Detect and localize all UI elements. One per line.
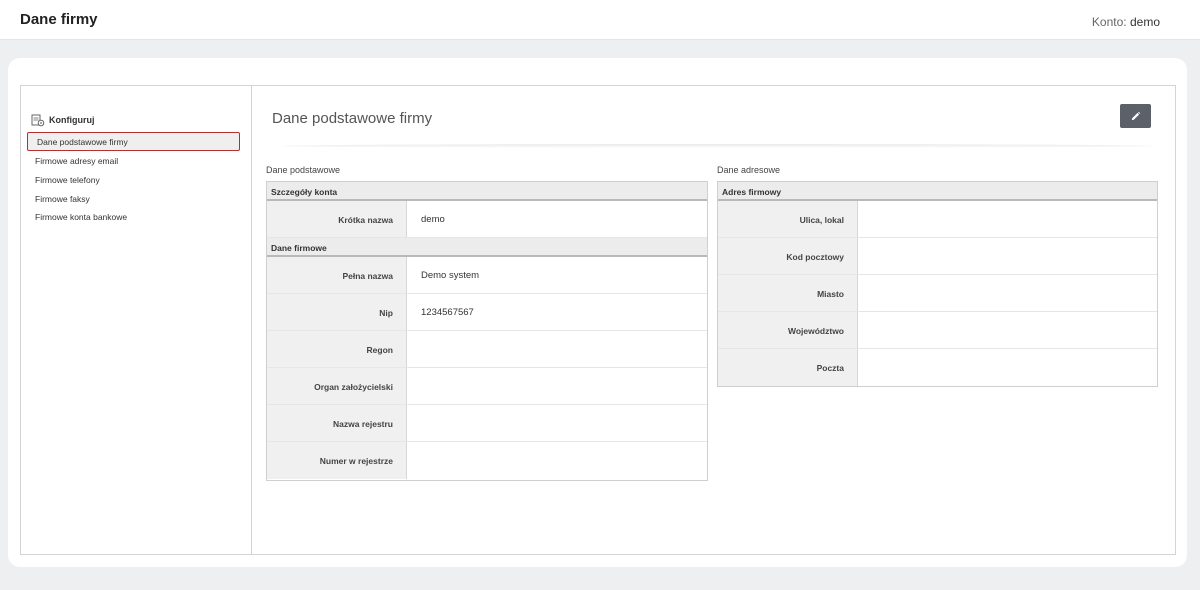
sidebar-item-basic-data[interactable]: Dane podstawowe firmy — [27, 132, 240, 151]
table-row: Numer w rejestrze — [267, 442, 707, 479]
edit-button[interactable] — [1120, 104, 1151, 128]
row-label: Nip — [267, 294, 407, 330]
account-name[interactable]: demo — [1130, 15, 1160, 29]
row-value: Demo system — [421, 270, 480, 281]
sidebar-item-email-addresses[interactable]: Firmowe adresy email — [35, 156, 118, 166]
account-label: Konto: — [1091, 15, 1127, 29]
row-label: Numer w rejestrze — [267, 442, 407, 479]
row-label: Miasto — [718, 275, 858, 311]
table-row: Poczta — [718, 349, 1157, 386]
row-label: Ulica, lokal — [718, 201, 858, 237]
table-row: Kod pocztowy — [718, 238, 1157, 275]
basic-data-label: Dane podstawowe — [266, 165, 341, 175]
table-row: Organ założycielski — [267, 368, 707, 405]
main-panel: Dane podstawowe firmy Dane podstawowe Sz… — [253, 86, 1175, 554]
title-separator — [283, 144, 1153, 148]
table-row: Pełna nazwa Demo system — [267, 257, 707, 294]
row-value — [858, 312, 1157, 348]
sidebar-heading: Konfiguruj — [31, 112, 95, 128]
account-info[interactable]: Konto: demo — [1092, 15, 1160, 29]
table-row: Miasto — [718, 275, 1157, 312]
row-value — [407, 405, 707, 441]
account-details-heading: Szczegóły konta — [267, 182, 707, 201]
table-row: Województwo — [718, 312, 1157, 349]
row-value — [858, 201, 1157, 237]
address-data-label: Dane adresowe — [717, 165, 781, 175]
row-label: Krótka nazwa — [267, 201, 407, 237]
address-data-table: Adres firmowy Ulica, lokal Kod pocztowy … — [717, 181, 1158, 387]
table-row: Regon — [267, 331, 707, 368]
sidebar: Konfiguruj Dane podstawowe firmy Firmowe… — [21, 86, 252, 554]
row-value — [858, 275, 1157, 311]
row-label: Regon — [267, 331, 407, 367]
row-value: demo — [421, 214, 445, 225]
table-row: Krótka nazwa demo — [267, 201, 707, 238]
row-value — [407, 331, 707, 367]
sidebar-item-faxes[interactable]: Firmowe faksy — [35, 194, 90, 204]
row-label: Nazwa rejestru — [267, 405, 407, 441]
sidebar-heading-label: Konfiguruj — [49, 115, 95, 125]
table-row: Nip 1234567567 — [267, 294, 707, 331]
company-address-heading: Adres firmowy — [718, 182, 1157, 201]
basic-data-table: Szczegóły konta Krótka nazwa demo Dane f… — [266, 181, 708, 481]
company-data-heading: Dane firmowe — [267, 238, 707, 257]
settings-gear-icon — [31, 114, 45, 127]
row-label: Poczta — [718, 349, 858, 386]
row-value — [407, 442, 707, 479]
row-value: 1234567567 — [421, 307, 474, 318]
pencil-icon — [1131, 111, 1141, 120]
section-title: Dane podstawowe firmy — [272, 110, 433, 127]
sidebar-item-phones[interactable]: Firmowe telefony — [35, 175, 100, 185]
row-label: Województwo — [718, 312, 858, 348]
table-row: Ulica, lokal — [718, 201, 1157, 238]
row-label: Organ założycielski — [267, 368, 407, 404]
page-title: Dane firmy — [20, 11, 98, 28]
top-bar: Dane firmy Konto: demo — [0, 0, 1200, 40]
row-label: Kod pocztowy — [718, 238, 858, 274]
table-row: Nazwa rejestru — [267, 405, 707, 442]
sidebar-item-bank-accounts[interactable]: Firmowe konta bankowe — [35, 212, 127, 222]
settings-frame: Konfiguruj Dane podstawowe firmy Firmowe… — [20, 85, 1176, 555]
row-value — [407, 368, 707, 404]
row-value — [858, 238, 1157, 274]
row-value — [858, 349, 1157, 386]
row-label: Pełna nazwa — [267, 257, 407, 293]
